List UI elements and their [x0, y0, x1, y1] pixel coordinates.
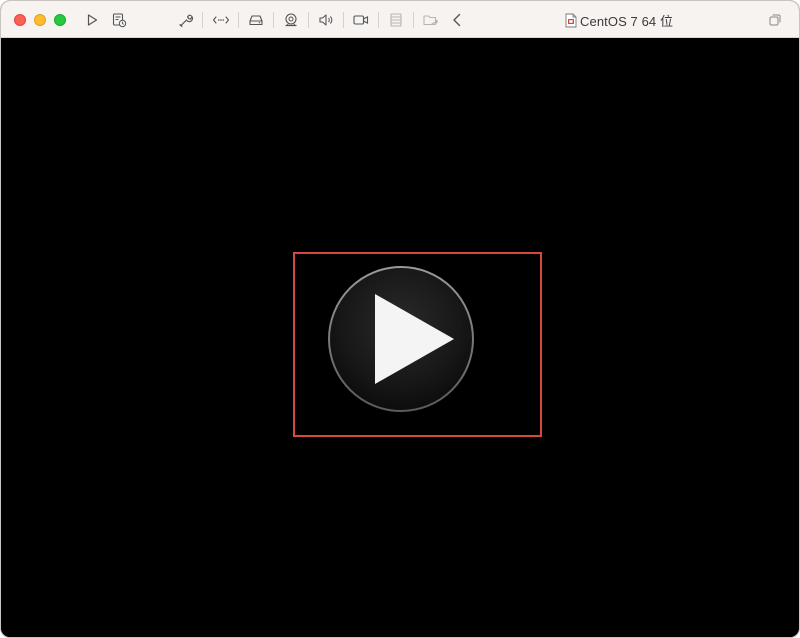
shared-folder-button[interactable] [421, 10, 441, 30]
minimize-window-button[interactable] [34, 14, 46, 26]
play-circle-icon [328, 266, 474, 412]
vm-window: CentOS 7 64 位 [0, 0, 800, 638]
power-on-button[interactable] [327, 265, 475, 413]
back-chevron-icon [453, 13, 461, 27]
window-restore-icon [769, 14, 781, 26]
play-icon [87, 14, 98, 26]
video-icon [353, 15, 369, 25]
sound-button[interactable] [316, 10, 336, 30]
start-vm-button[interactable] [82, 10, 102, 30]
network-button[interactable] [211, 10, 231, 30]
zoom-window-button[interactable] [54, 14, 66, 26]
close-window-button[interactable] [14, 14, 26, 26]
video-button[interactable] [351, 10, 371, 30]
display-mode-button[interactable] [765, 10, 785, 30]
window-title-text: CentOS 7 64 位 [580, 13, 674, 29]
storage-icon [390, 13, 402, 27]
title-bar: CentOS 7 64 位 [1, 1, 799, 38]
network-icon [212, 16, 230, 24]
window-title: CentOS 7 64 位 [565, 11, 673, 29]
camera-icon [285, 13, 297, 27]
shared-folder-icon [423, 15, 439, 26]
hard-disk-button[interactable] [246, 10, 266, 30]
snapshot-button[interactable] [109, 10, 129, 30]
camera-button[interactable] [281, 10, 301, 30]
vm-screen[interactable] [1, 38, 799, 637]
speaker-icon [319, 14, 333, 26]
snapshot-icon [112, 13, 127, 28]
storage-button[interactable] [386, 10, 406, 30]
vm-document-icon [565, 13, 577, 28]
collapse-toolbar-button[interactable] [447, 10, 467, 30]
settings-button[interactable] [176, 10, 196, 30]
disk-icon [249, 15, 263, 26]
wrench-icon [179, 14, 194, 27]
